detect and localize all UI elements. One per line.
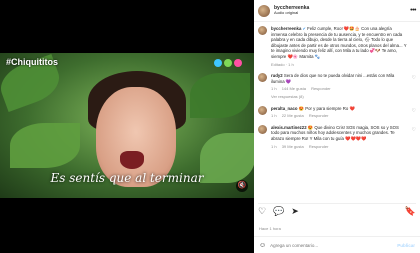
post-media[interactable]: #Chiquititos Es sentís que al terminar 🔇 [0, 0, 254, 253]
comment-icon[interactable]: 💬 [273, 206, 284, 216]
comment-time: 1 h [271, 86, 277, 92]
avatar[interactable] [258, 26, 267, 35]
audio-label[interactable]: Audio original [274, 10, 309, 15]
action-bar: ♡ 💬 ➤ 🔖 [258, 203, 416, 215]
post-header: byccherreenka Audio original ••• [254, 0, 420, 22]
post-date: Hace 1 hora [259, 226, 281, 231]
comment-text: 😍 Por y para siempre Ro ❤️ [298, 105, 355, 111]
reply-button[interactable]: Responder [309, 113, 329, 118]
comment-item: rudy2 Sera de dios que no te pueda olvid… [258, 73, 416, 99]
mute-icon[interactable]: 🔇 [236, 180, 248, 192]
post-caption: byccherreenka ✔ Feliz cumple, Roo! ❤️🤩🎂 … [258, 26, 416, 67]
background-leaf [10, 123, 80, 168]
reply-button[interactable]: Responder [309, 144, 329, 149]
comment-username[interactable]: alexis.martinez22 [271, 125, 307, 130]
caption-text: Feliz cumple, Roo! ❤️🤩🎂 Con una alegría … [271, 26, 407, 59]
verified-icon: ✔ [302, 26, 306, 31]
comment-likes[interactable]: 22 Me gusta [282, 113, 304, 118]
post-comment-button[interactable]: Publicar [397, 243, 415, 248]
avatar[interactable] [258, 4, 270, 17]
comment-input[interactable] [270, 242, 394, 248]
avatar[interactable] [258, 105, 267, 115]
comment-heart-icon[interactable]: ♡ [412, 75, 416, 81]
video-subtitle: Es sentís que al terminar [50, 171, 204, 185]
mouth [120, 151, 144, 169]
comment-heart-icon[interactable]: ♡ [412, 127, 416, 133]
heart-icon[interactable]: ♡ [258, 206, 266, 216]
background-leaf [190, 73, 250, 118]
video-player[interactable]: #Chiquititos Es sentís que al terminar 🔇 [0, 53, 254, 198]
show-hashtag: #Chiquititos [6, 57, 58, 67]
comment-username[interactable]: peralta_naco [271, 106, 298, 111]
comment-username[interactable]: rudy2 [271, 73, 283, 78]
comment-likes[interactable]: 144 Me gusta [282, 86, 306, 91]
comment-text: Sera de dios que no te pueda olvidar nin… [271, 73, 395, 84]
comment-heart-icon[interactable]: ♡ [412, 108, 416, 114]
comment-time: 1 h [271, 113, 277, 119]
comment-time: 1 h [271, 143, 277, 149]
reply-button[interactable]: Responder [311, 86, 331, 91]
comment-item: alexis.martinez22 😍 Que divino Cris! SOS… [258, 124, 416, 149]
more-icon[interactable]: ••• [410, 7, 416, 14]
share-icon[interactable]: ➤ [291, 206, 299, 216]
comment-item: peralta_naco 😍 Por y para siempre Ro ❤️ … [258, 105, 416, 119]
view-replies-button[interactable]: Ver respuestas (8) [271, 94, 408, 100]
add-comment-bar: ☺ Publicar [254, 236, 420, 253]
avatar[interactable] [258, 124, 267, 134]
comment-likes[interactable]: 39 Me gusta [282, 144, 304, 149]
bookmark-icon[interactable]: 🔖 [405, 206, 416, 216]
emoji-icon[interactable]: ☺ [259, 242, 266, 249]
post-sidebar: byccherreenka Audio original ••• byccher… [254, 0, 420, 253]
caption-meta: Editado · 1 h [271, 61, 294, 67]
caption-username[interactable]: byccherreenka [271, 26, 301, 31]
avatar[interactable] [258, 73, 267, 83]
comments-section[interactable]: byccherreenka ✔ Feliz cumple, Roo! ❤️🤩🎂 … [254, 23, 420, 198]
channel-logo [214, 59, 242, 67]
